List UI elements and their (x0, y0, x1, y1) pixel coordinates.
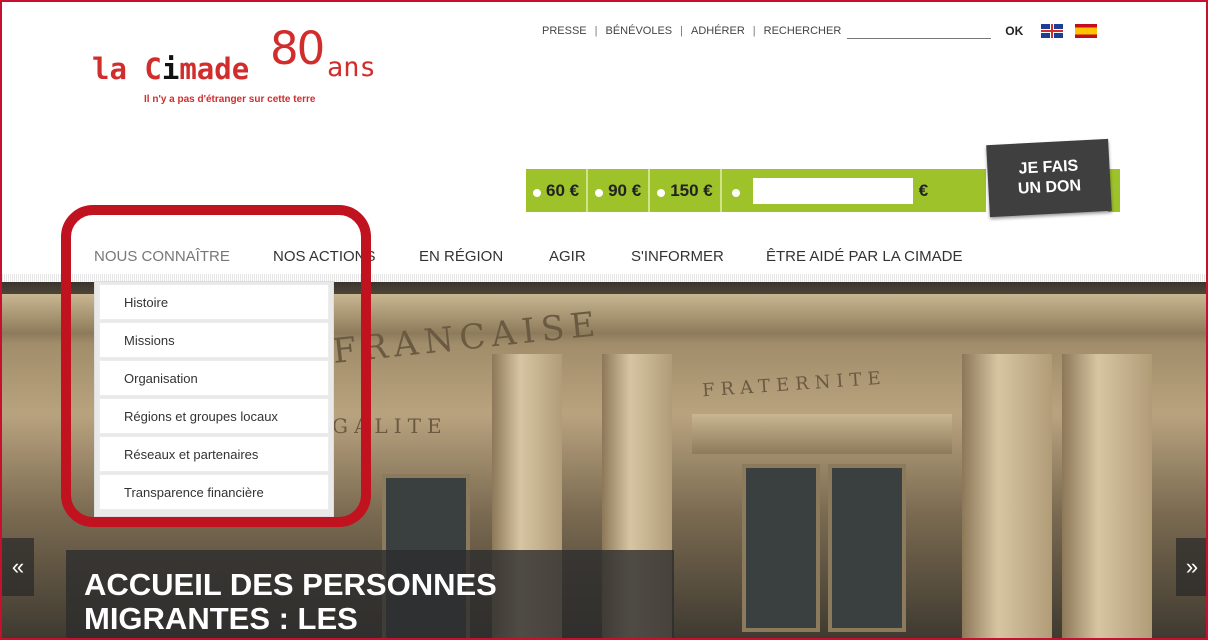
nav-link-benevoles[interactable]: BÉNÉVOLES (606, 25, 673, 37)
hero-caption[interactable]: ACCUEIL DES PERSONNES MIGRANTES : LES (66, 550, 674, 638)
hero-caption-line1: ACCUEIL DES PERSONNES (84, 567, 497, 602)
radio-dot-icon (533, 188, 541, 197)
engraving-fraternite: FRATERNITE (701, 367, 888, 402)
search-ok-button[interactable]: OK (1005, 24, 1023, 38)
window-lintel (692, 414, 952, 454)
donate-button-line2: UN DON (1017, 177, 1082, 198)
logo-rest: made (179, 52, 250, 86)
nav-separator: | (680, 24, 683, 37)
donation-amount-150[interactable]: 150 € (650, 169, 722, 212)
page-frame: la Cimade 80 ans Il n'y a pas d'étranger… (0, 0, 1208, 640)
logo-i: i (161, 52, 180, 86)
building-window (742, 464, 820, 632)
main-nav-en-region[interactable]: EN RÉGION (419, 248, 503, 265)
logo-c: C (144, 52, 162, 86)
nav-link-presse[interactable]: PRESSE (542, 25, 587, 37)
slider-prev-button[interactable]: « (2, 538, 34, 596)
building-column (962, 354, 1052, 638)
spain-flag-icon[interactable] (1075, 23, 1098, 38)
radio-dot-icon (595, 188, 604, 197)
main-nav-etre-aide[interactable]: ÊTRE AIDÉ PAR LA CIMADE (766, 248, 962, 265)
donation-amount-label: 60 € (546, 180, 580, 200)
nav-separator: | (752, 24, 756, 37)
donation-amount-60[interactable]: 60 € (526, 169, 589, 212)
donation-custom: € (722, 169, 928, 212)
building-window (828, 464, 906, 632)
donation-amount-label: 90 € (608, 180, 642, 200)
nav-link-adherer[interactable]: ADHÉRER (691, 25, 745, 37)
slider-next-button[interactable]: » (1176, 538, 1206, 596)
donation-amount-label: 150 € (670, 180, 713, 200)
logo-anniversary-word: ans (327, 52, 376, 83)
hero-caption-title: ACCUEIL DES PERSONNES MIGRANTES : LES (84, 568, 674, 636)
site-logo[interactable]: la Cimade 80 ans Il n'y a pas d'étranger… (92, 22, 392, 122)
currency-symbol: € (918, 180, 929, 200)
hero-caption-line2: MIGRANTES : LES (84, 601, 358, 636)
donation-amount-90[interactable]: 90 € (588, 169, 651, 212)
highlight-annotation (61, 205, 371, 527)
search-label: RECHERCHER (763, 24, 842, 37)
logo-prefix: la (92, 52, 145, 86)
utility-nav: PRESSE | BÉNÉVOLES | ADHÉRER | RECHERCHE… (542, 22, 1098, 39)
logo-wordmark: la Cimade (92, 52, 249, 86)
search-input[interactable] (847, 22, 992, 39)
radio-dot-icon (657, 188, 666, 197)
logo-anniversary-number: 80 (270, 22, 325, 75)
donation-custom-input[interactable] (752, 177, 913, 204)
logo-tagline: Il n'y a pas d'étranger sur cette terre (144, 94, 316, 105)
radio-dot-icon[interactable] (731, 188, 740, 197)
nav-separator: | (594, 24, 598, 37)
donate-button[interactable]: JE FAIS UN DON (986, 138, 1112, 218)
donation-bar: 60 € 90 € 150 € € (526, 169, 986, 212)
building-column (1062, 354, 1152, 638)
uk-flag-icon[interactable] (1041, 23, 1064, 38)
main-nav-agir[interactable]: AGIR (549, 248, 586, 265)
main-nav-s-informer[interactable]: S'INFORMER (631, 248, 724, 265)
